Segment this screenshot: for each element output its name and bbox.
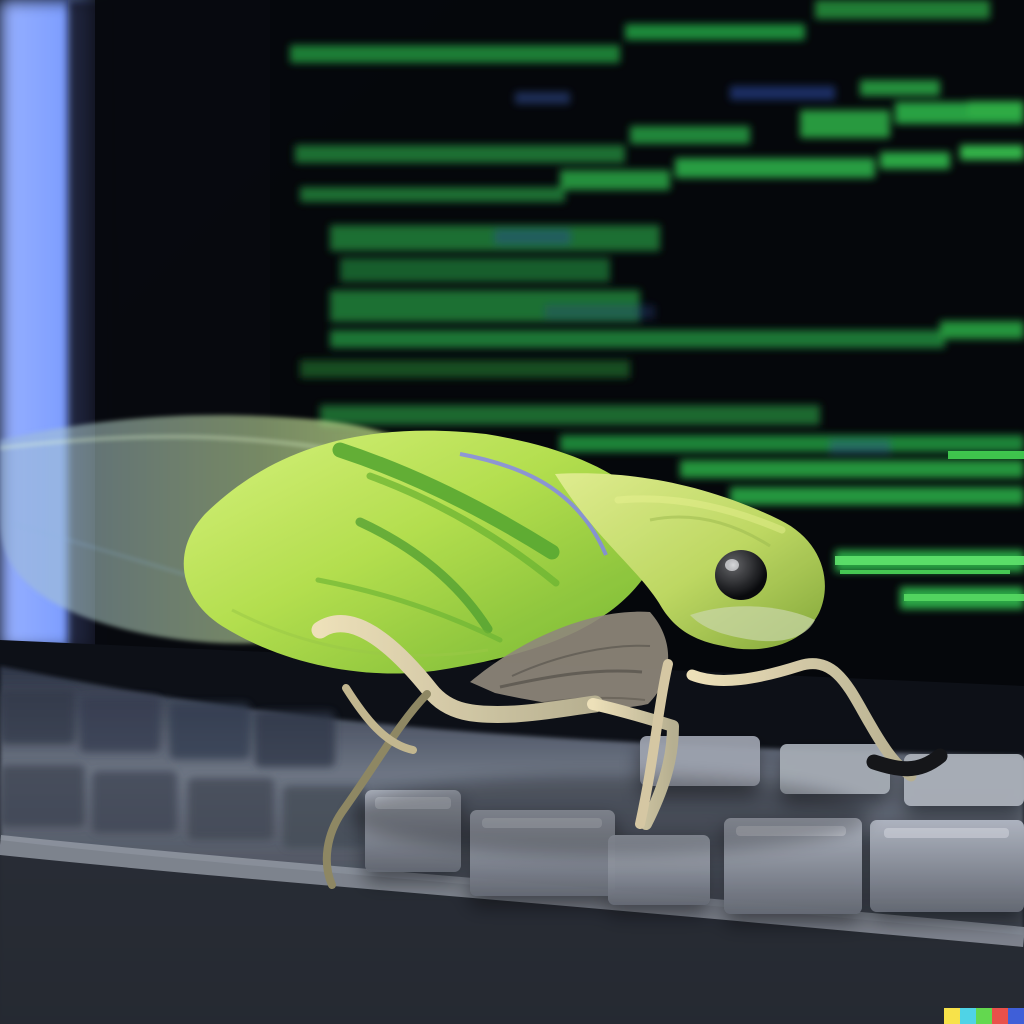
scene-illustration <box>0 0 1024 1024</box>
generated-image-color-strip <box>944 1008 1024 1024</box>
red-swatch <box>992 1008 1008 1024</box>
yellow-swatch <box>944 1008 960 1024</box>
lens-glow <box>0 0 1024 1024</box>
blue-swatch <box>1008 1008 1024 1024</box>
cyan-swatch <box>960 1008 976 1024</box>
ai-art-photo-scene <box>0 0 1024 1024</box>
green-swatch <box>976 1008 992 1024</box>
